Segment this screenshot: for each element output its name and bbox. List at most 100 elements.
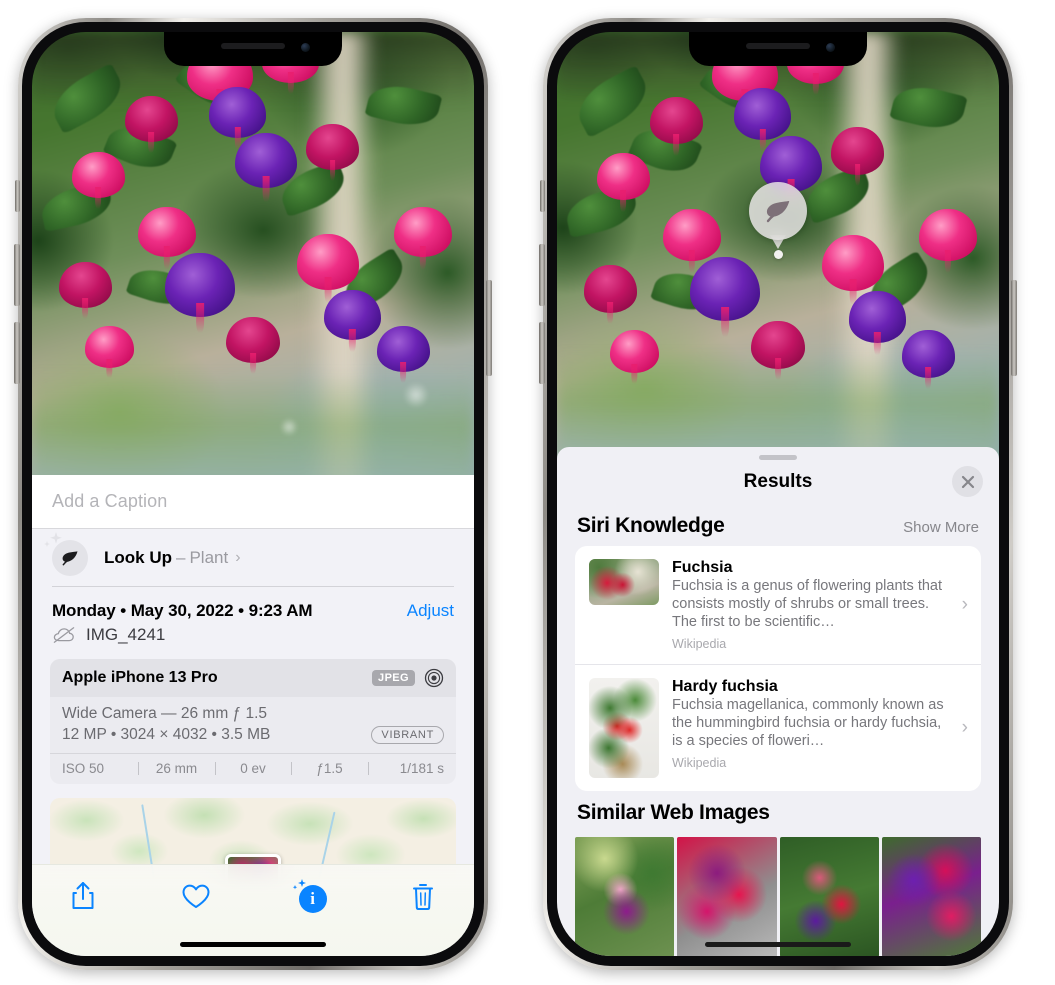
home-indicator[interactable]	[180, 942, 326, 947]
photo-blossom	[226, 317, 280, 364]
look-up-icon-wrap	[44, 531, 88, 576]
photo-blossom	[583, 265, 637, 313]
knowledge-row-hardy-fuchsia[interactable]: Hardy fuchsia Fuchsia magellanica, commo…	[575, 663, 981, 791]
thumbnail-image	[589, 677, 659, 778]
exif-card[interactable]: Apple iPhone 13 Pro JPEG Wide Camera — 2…	[50, 658, 456, 784]
photo-blossom	[848, 291, 907, 344]
web-image-tile[interactable]	[677, 836, 777, 956]
exif-stat-focal: 26 mm	[155, 760, 198, 776]
notch	[689, 32, 867, 66]
photo-bokeh	[403, 381, 430, 408]
power-button[interactable]	[486, 280, 492, 376]
knowledge-description: Fuchsia is a genus of flowering plants t…	[672, 578, 943, 630]
photo-blossom	[831, 127, 885, 175]
look-up-separator: –	[176, 547, 186, 567]
notch	[164, 32, 342, 66]
earpiece-speaker	[746, 43, 810, 49]
chevron-right-icon: ›	[235, 548, 241, 566]
adjust-button[interactable]: Adjust	[407, 601, 454, 621]
photo-viewer[interactable]	[557, 32, 999, 464]
info-button[interactable]: i	[289, 879, 331, 913]
close-icon	[961, 475, 974, 488]
photo-blossom	[733, 88, 792, 140]
siri-knowledge-card: Fuchsia Fuchsia is a genus of flowering …	[575, 546, 981, 791]
web-image-tile[interactable]	[881, 836, 981, 956]
section-title-siri-knowledge: Siri Knowledge	[577, 514, 725, 537]
photo-blossom	[58, 262, 112, 308]
photo-blossom	[138, 206, 196, 258]
similar-web-images-header: Similar Web Images	[557, 791, 999, 833]
exif-stat-aperture: ƒ1.5	[316, 760, 343, 776]
screen-left: Add a Caption Look Up – Plant › Monday •…	[32, 32, 474, 956]
photo-toolbar: i	[32, 864, 474, 956]
exif-size-line: 12 MP • 3024 × 4032 • 3.5 MB	[62, 725, 271, 743]
photo-blossom	[208, 87, 267, 138]
photo-blossom	[376, 326, 430, 373]
chevron-right-icon: ›	[961, 716, 968, 738]
info-glyph: i	[298, 885, 327, 913]
siri-knowledge-header: Siri Knowledge Show More	[557, 504, 999, 546]
silent-switch-button[interactable]	[15, 180, 20, 212]
photo-blossom	[394, 206, 452, 258]
visual-look-up-anchor-dot	[773, 250, 783, 259]
trash-icon	[412, 883, 433, 910]
format-badge: JPEG	[372, 669, 415, 686]
iphone-right: Results Siri Knowledge Show More Fuchsia…	[539, 18, 1017, 970]
photo-blossom	[596, 152, 650, 201]
home-indicator[interactable]	[705, 942, 851, 947]
show-more-button[interactable]: Show More	[903, 519, 979, 536]
exif-body: Wide Camera — 26 mm ƒ 1.5 12 MP • 3024 ×…	[50, 697, 456, 753]
knowledge-row-fuchsia[interactable]: Fuchsia Fuchsia is a genus of flowering …	[575, 546, 981, 664]
photo-blossom	[663, 209, 721, 261]
exif-header-right: JPEG	[372, 668, 444, 688]
look-up-row[interactable]: Look Up – Plant ›	[32, 529, 474, 586]
photo-blossom	[901, 330, 955, 378]
photo-blossom	[689, 256, 761, 322]
volume-up-button[interactable]	[539, 244, 545, 306]
knowledge-source: Wikipedia	[672, 755, 727, 770]
photographic-style-badge: VIBRANT	[371, 725, 444, 744]
photo-viewer[interactable]	[32, 32, 474, 492]
photo-datetime: Monday • May 30, 2022 • 9:23 AM	[52, 600, 313, 620]
photo-blossom	[235, 133, 298, 189]
knowledge-thumbnail	[589, 559, 659, 605]
caption-placeholder[interactable]: Add a Caption	[52, 491, 167, 512]
photo-blossom	[306, 124, 360, 170]
leaf-icon	[766, 201, 790, 223]
favorite-button[interactable]	[175, 879, 217, 913]
front-camera-icon	[826, 43, 835, 52]
exif-stats-row: ISO 50 26 mm 0 ev ƒ1.5 1/181 s	[50, 752, 456, 784]
earpiece-speaker	[221, 43, 285, 49]
knowledge-title: Fuchsia	[672, 559, 733, 576]
power-button[interactable]	[1011, 280, 1017, 376]
caption-input-row[interactable]: Add a Caption	[32, 475, 474, 529]
info-bubble: i	[292, 879, 327, 913]
share-button[interactable]	[62, 879, 104, 913]
visual-look-up-badge[interactable]	[749, 182, 807, 240]
look-up-leaf-badge	[52, 539, 88, 576]
volume-down-button[interactable]	[14, 322, 20, 384]
volume-up-button[interactable]	[14, 244, 20, 306]
exif-header: Apple iPhone 13 Pro JPEG	[50, 658, 456, 697]
photo-blossom	[610, 330, 659, 374]
toolbar-icons: i	[32, 865, 474, 913]
photo-blossom	[297, 234, 360, 290]
leaf-icon	[62, 550, 78, 565]
icloud-slash-icon	[53, 626, 75, 643]
close-button[interactable]	[952, 466, 983, 497]
knowledge-text: Hardy fuchsia Fuchsia magellanica, commo…	[672, 678, 947, 770]
exif-size-row: 12 MP • 3024 × 4032 • 3.5 MB VIBRANT	[62, 725, 444, 744]
delete-button[interactable]	[402, 879, 444, 913]
photo-blossom	[649, 96, 703, 145]
silent-switch-button[interactable]	[540, 180, 545, 212]
similar-web-images-row	[557, 836, 999, 956]
photo-filename: IMG_4241	[86, 624, 166, 644]
web-image-tile[interactable]	[575, 836, 675, 956]
knowledge-source: Wikipedia	[672, 636, 727, 651]
exif-stat-ev: 0 ev	[240, 760, 266, 776]
web-image-tile[interactable]	[779, 836, 879, 956]
volume-down-button[interactable]	[539, 322, 545, 384]
knowledge-title: Hardy fuchsia	[672, 677, 778, 695]
thumbnail-image	[589, 559, 659, 605]
exif-lens-line: Wide Camera — 26 mm ƒ 1.5	[62, 704, 268, 722]
